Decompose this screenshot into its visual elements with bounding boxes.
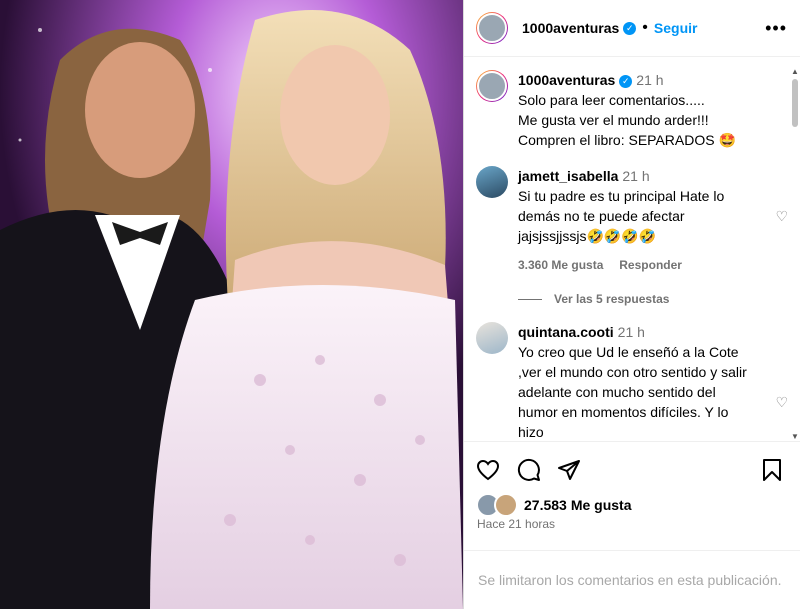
caption-line-3: Compren el libro: SEPARADOS 🤩 — [518, 132, 736, 148]
caption-avatar[interactable] — [476, 70, 508, 102]
likes-summary[interactable]: 27.583 Me gusta — [476, 493, 632, 517]
like-comment-heart-icon[interactable]: ♡ — [775, 208, 788, 225]
commenter-avatar[interactable] — [476, 166, 508, 198]
post-photo — [0, 0, 463, 609]
post-side-panel: 1000aventuras ✓ • Seguir ••• 1000aventur… — [463, 0, 800, 609]
divider-line — [518, 298, 542, 300]
comment-text: Si tu padre es tu principal Hate lo demá… — [518, 188, 725, 244]
comment-bubble-icon[interactable] — [517, 458, 541, 482]
verified-badge-icon: ✓ — [619, 74, 633, 88]
liker-avatar — [494, 493, 518, 517]
scroll-down-arrow-icon[interactable]: ▼ — [791, 432, 799, 441]
likes-label[interactable]: Me gusta — [571, 497, 632, 513]
follow-button[interactable]: Seguir — [654, 20, 698, 36]
separator-dot: • — [642, 19, 648, 36]
scrollbar-thumb[interactable] — [792, 79, 798, 127]
comments-scrollbar[interactable]: ▲ ▼ — [791, 67, 799, 441]
commenter-avatar[interactable] — [476, 322, 508, 354]
share-paper-plane-icon[interactable] — [557, 458, 581, 482]
post-header: 1000aventuras ✓ • Seguir ••• — [464, 0, 800, 57]
caption-time: 21 h — [636, 72, 664, 88]
comment-like-count[interactable]: 3.360 Me gusta — [518, 258, 603, 272]
more-options-icon[interactable]: ••• — [765, 18, 787, 39]
comment-time: 21 h — [622, 168, 650, 184]
caption-username[interactable]: 1000aventuras — [518, 72, 615, 88]
view-replies-label: Ver las 5 respuestas — [554, 292, 670, 306]
like-comment-heart-icon[interactable]: ♡ — [775, 394, 788, 411]
scroll-up-arrow-icon[interactable]: ▲ — [791, 67, 799, 76]
reply-button[interactable]: Responder — [619, 258, 682, 272]
comments-section[interactable]: 1000aventuras ✓ 21 h Solo para leer coment… — [464, 57, 800, 441]
comments-limited-notice: Se limitaron los comentarios en esta pub… — [464, 550, 800, 610]
like-heart-icon[interactable] — [476, 458, 500, 482]
author-avatar[interactable] — [476, 12, 508, 44]
post-time-ago: Hace 21 horas — [477, 517, 556, 531]
view-replies-button[interactable]: Ver las 5 respuestas — [518, 292, 669, 306]
comment-username[interactable]: quintana.cooti — [518, 324, 614, 340]
comments-limited-text: Se limitaron los comentarios en esta pub… — [478, 572, 782, 588]
wedding-photo-illustration — [0, 0, 463, 609]
comment-username[interactable]: jamett_isabella — [518, 168, 618, 184]
post-actions: 27.583 Me gusta Hace 21 horas — [464, 441, 800, 542]
verified-badge-icon: ✓ — [623, 21, 637, 35]
comment-time: 21 h — [617, 324, 645, 340]
caption-line-2: Me gusta ver el mundo arder!!! — [518, 112, 709, 128]
author-username[interactable]: 1000aventuras — [522, 20, 619, 36]
save-bookmark-icon[interactable] — [761, 458, 783, 482]
caption-line-1: Solo para leer comentarios..... — [518, 92, 705, 108]
likes-count[interactable]: 27.583 — [524, 497, 567, 513]
comment-text: Yo creo que Ud le enseñó a la Cote ,ver … — [518, 344, 747, 440]
